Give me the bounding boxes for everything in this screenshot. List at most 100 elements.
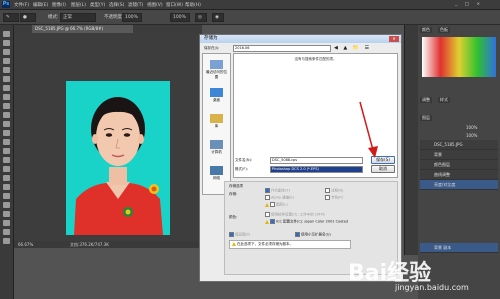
tool-icon[interactable] — [3, 49, 10, 55]
layer-row[interactable]: 曲线调整 — [420, 170, 498, 180]
tool-icon[interactable] — [3, 238, 10, 244]
alpha-checkbox[interactable]: Alpha 通道(E) — [265, 195, 294, 201]
tool-icon[interactable] — [3, 76, 10, 82]
tool-icon[interactable] — [3, 67, 10, 73]
menu-select[interactable]: 选择(S) — [109, 2, 124, 8]
brush-tool-icon[interactable]: ✎ — [3, 13, 19, 22]
tool-icon[interactable] — [3, 202, 10, 208]
cancel-button[interactable]: 取消 — [371, 165, 395, 173]
network-icon — [210, 166, 223, 175]
place-desktop[interactable]: 桌面 — [205, 88, 228, 103]
menu-type[interactable]: 类型(Y) — [90, 2, 105, 8]
layer-fill[interactable]: 100% — [466, 133, 477, 138]
tool-icon[interactable] — [3, 58, 10, 64]
dialog-title: 存储为 — [204, 36, 218, 41]
save-in-select[interactable]: 2016.06 — [233, 45, 331, 52]
notes-checkbox[interactable]: 注释(N) — [325, 188, 343, 194]
pressure-icon[interactable]: ◉ — [212, 13, 224, 22]
thumbnail-checkbox[interactable]: 缩览图(T) — [229, 232, 250, 238]
menu-file[interactable]: 文件(F) — [14, 2, 29, 8]
as-copy-checkbox[interactable]: 作为副本(Y) — [265, 188, 290, 194]
menu-edit[interactable]: 编辑(E) — [33, 2, 48, 8]
tool-icon[interactable] — [3, 211, 10, 217]
tool-icon[interactable] — [3, 184, 10, 190]
place-libraries[interactable]: 库 — [205, 114, 228, 129]
opacity-input[interactable]: 100% — [122, 13, 142, 22]
layer-row[interactable]: 颜色图层 — [420, 160, 498, 170]
format-label: 格式(F): — [235, 167, 248, 171]
menu-help[interactable]: 帮助(H) — [185, 2, 201, 8]
save-in-label: 保存在(I): — [204, 46, 220, 50]
tool-icon[interactable] — [3, 94, 10, 100]
save-options-label: 存储选项 — [229, 184, 243, 188]
folder-nav-icons[interactable]: ◀ ▲ 📁 ☰ — [334, 45, 371, 51]
layer-row[interactable]: 背景 副本 — [420, 243, 498, 253]
tool-icon[interactable] — [3, 148, 10, 154]
warning-message: 在此选项下，文件必须存储为副本。 — [232, 242, 293, 247]
tool-icon[interactable] — [3, 166, 10, 172]
tool-icon[interactable] — [3, 85, 10, 91]
tab-swatches[interactable]: 色板 — [438, 27, 450, 33]
library-icon — [210, 114, 223, 123]
proof-checkbox[interactable]: 使用校样设置(O): 工作中的 CMYK — [265, 212, 325, 218]
zoom-level[interactable]: 66.67% — [18, 241, 33, 248]
desktop-icon — [210, 88, 223, 97]
tool-icon[interactable] — [3, 40, 10, 46]
warning-box: 在此选项下，文件必须存储为副本。 — [229, 240, 351, 249]
mode-label: 模式: — [48, 15, 59, 20]
spot-checkbox[interactable]: 专色(P) — [325, 195, 343, 201]
color-spectrum[interactable] — [422, 37, 496, 77]
layer-opacity[interactable]: 100% — [466, 125, 477, 130]
mode-select[interactable]: 正常 — [60, 13, 96, 22]
tab-styles[interactable]: 样式 — [438, 97, 450, 103]
tool-icon[interactable] — [3, 121, 10, 127]
flow-input[interactable]: 100% — [170, 13, 190, 22]
layer-row[interactable]: 背景 — [420, 150, 498, 160]
lowercase-checkbox[interactable]: 使用小写扩展名(U) — [295, 232, 331, 238]
tool-icon[interactable] — [3, 103, 10, 109]
document-size[interactable]: 文档:376.2K/747.3K — [70, 241, 109, 248]
photoshop-logo: Ps — [2, 1, 10, 8]
dialog-title-bar: 存储为 ✕ — [200, 35, 401, 43]
recent-places-icon — [210, 60, 223, 69]
panel-icon-strip — [404, 25, 419, 255]
menu-window[interactable]: 窗口(W) — [166, 2, 183, 8]
tab-color[interactable]: 颜色 — [420, 27, 432, 33]
color-label: 颜色: — [229, 215, 238, 219]
store-label: 存储: — [229, 192, 238, 196]
close-icon[interactable]: ✕ — [389, 36, 399, 42]
tool-icon[interactable] — [3, 139, 10, 145]
empty-list-message: 没有与搜索条件匹配的项。 — [294, 57, 337, 61]
brush-size-picker[interactable]: ● — [20, 13, 36, 22]
tab-adjust[interactable]: 调整 — [420, 97, 432, 103]
layer-row[interactable]: DSC_5185.JPG — [420, 140, 498, 150]
format-select[interactable]: Photoshop DCS 2.0 (*.EPS) — [270, 166, 363, 173]
menu-layer[interactable]: 图层(L) — [71, 2, 86, 8]
layer-row[interactable]: 亮度/对比度 — [420, 180, 498, 190]
warning-icon — [232, 242, 236, 246]
place-computer[interactable]: 计算机 — [205, 140, 228, 155]
tool-icon[interactable] — [3, 175, 10, 181]
document-tab[interactable]: DSC_5185.JPG @ 66.7% (RGB/8#) — [32, 25, 133, 33]
tab-layers[interactable]: 图层 — [420, 115, 432, 121]
tool-icon[interactable] — [3, 130, 10, 136]
menu-filter[interactable]: 滤镜(T) — [128, 2, 143, 8]
filename-label: 文件名(N): — [235, 158, 253, 162]
tool-icon[interactable] — [3, 220, 10, 226]
tools-panel — [0, 25, 14, 299]
layers-checkbox[interactable]: 图层(L) — [265, 202, 288, 208]
place-network[interactable]: 网络 — [205, 166, 228, 181]
filename-input[interactable]: DSC_5088.cps — [270, 157, 363, 164]
place-recent[interactable]: 最近访问的位置 — [205, 60, 228, 80]
icc-checkbox[interactable]: ICC 配置文件(C): Japan Color 2001 Coated — [265, 219, 348, 225]
tool-icon[interactable] — [3, 112, 10, 118]
tool-icon[interactable] — [3, 229, 10, 235]
menu-view[interactable]: 视图(V) — [147, 2, 163, 8]
window-controls[interactable]: _ □ × — [455, 2, 483, 7]
tool-icon[interactable] — [3, 157, 10, 163]
tool-icon[interactable] — [3, 31, 10, 37]
options-bar: ✎ ● 模式: 正常 不透明度: 100% 100% ◎ ◉ — [0, 10, 500, 25]
tool-icon[interactable] — [3, 193, 10, 199]
airbrush-icon[interactable]: ◎ — [195, 13, 207, 22]
menu-image[interactable]: 图像(I) — [52, 2, 66, 8]
